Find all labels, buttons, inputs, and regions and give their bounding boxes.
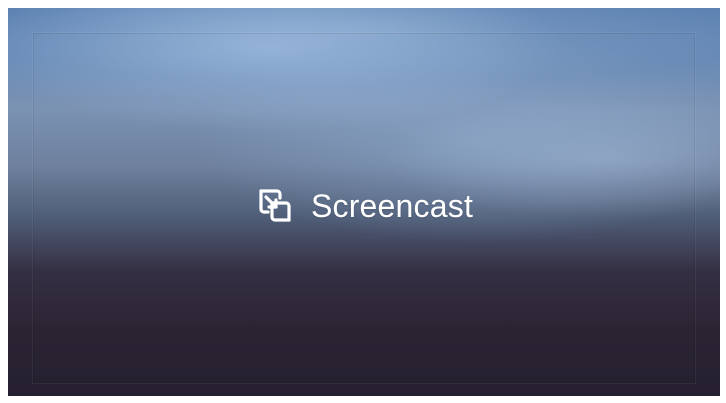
screencast-screen: Screencast <box>8 8 720 396</box>
screencast-title: Screencast <box>310 188 474 224</box>
screencast-icon <box>255 186 295 226</box>
title-row: Screencast <box>255 186 473 226</box>
center-content: Screencast <box>8 8 720 396</box>
screen-root: Screencast <box>0 0 726 403</box>
